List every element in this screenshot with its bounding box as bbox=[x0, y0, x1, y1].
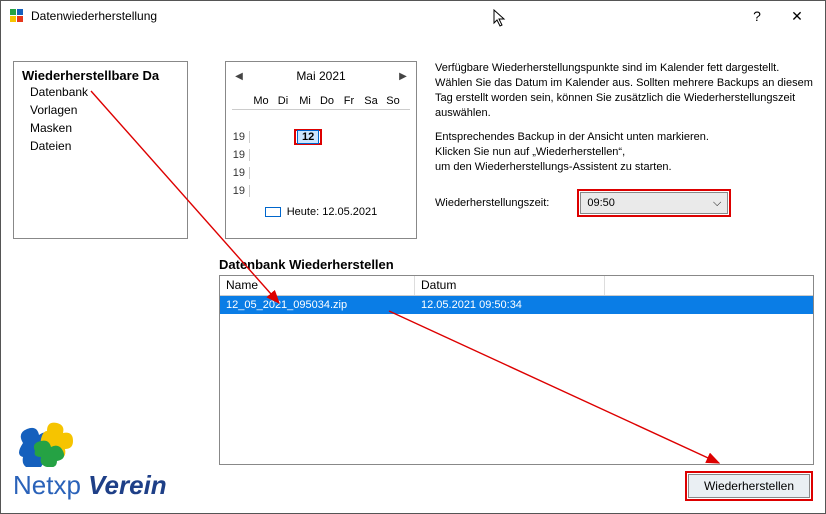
puzzle-icon bbox=[13, 419, 93, 467]
window-title: Datenwiederherstellung bbox=[31, 9, 737, 23]
close-button[interactable]: ✕ bbox=[777, 1, 817, 31]
help-button[interactable]: ? bbox=[737, 1, 777, 31]
table-header-date[interactable]: Datum bbox=[415, 276, 605, 295]
cal-hdr-di: Di bbox=[272, 95, 294, 107]
table-header-name[interactable]: Name bbox=[220, 276, 415, 295]
calendar[interactable]: ◀ Mai 2021 ▶ Mo Di Mi Do Fr Sa So 1912 1… bbox=[225, 61, 417, 239]
cal-hdr-fr: Fr bbox=[338, 95, 360, 107]
app-icon bbox=[9, 8, 25, 24]
cal-hdr-sa: Sa bbox=[360, 95, 382, 107]
brand-logo: Netxp Verein bbox=[13, 419, 193, 501]
cal-hdr-so: So bbox=[382, 95, 404, 107]
section-title: Datenbank Wiederherstellen bbox=[219, 257, 394, 272]
tree-item-datenbank[interactable]: Datenbank bbox=[22, 83, 179, 101]
table-cell-name: 12_05_2021_095034.zip bbox=[220, 298, 415, 312]
cal-hdr-do: Do bbox=[316, 95, 338, 107]
calendar-next-icon[interactable]: ▶ bbox=[396, 71, 410, 82]
tree-item-masken[interactable]: Masken bbox=[22, 119, 179, 137]
table-cell-date: 12.05.2021 09:50:34 bbox=[415, 298, 605, 312]
tree-item-dateien[interactable]: Dateien bbox=[22, 137, 179, 155]
cursor-icon bbox=[493, 9, 509, 29]
restore-tree-panel: Wiederherstellbare Da Datenbank Vorlagen… bbox=[13, 61, 188, 239]
calendar-today-indicator-icon bbox=[265, 207, 281, 217]
restore-button[interactable]: Wiederherstellen bbox=[688, 474, 810, 498]
restore-time-select[interactable]: 09:50 ⌵ bbox=[580, 192, 728, 214]
cal-hdr-mi: Mi bbox=[294, 95, 316, 107]
table-row[interactable]: 12_05_2021_095034.zip 12.05.2021 09:50:3… bbox=[220, 296, 813, 314]
calendar-footer-label[interactable]: Heute: 12.05.2021 bbox=[287, 206, 378, 218]
tree-title: Wiederherstellbare Da bbox=[22, 68, 179, 83]
backup-table: Name Datum 12_05_2021_095034.zip 12.05.2… bbox=[219, 275, 814, 465]
titlebar: Datenwiederherstellung ? ✕ bbox=[1, 1, 825, 31]
cal-hdr-mo: Mo bbox=[250, 95, 272, 107]
chevron-down-icon: ⌵ bbox=[713, 197, 721, 210]
calendar-month-label: Mai 2021 bbox=[246, 69, 396, 83]
calendar-selected-day[interactable]: 12 bbox=[294, 129, 322, 145]
tree-item-vorlagen[interactable]: Vorlagen bbox=[22, 101, 179, 119]
restore-time-label: Wiederherstellungszeit: bbox=[435, 197, 549, 209]
calendar-prev-icon[interactable]: ◀ bbox=[232, 71, 246, 82]
info-text: Verfügbare Wiederherstellungspunkte sind… bbox=[435, 61, 815, 185]
